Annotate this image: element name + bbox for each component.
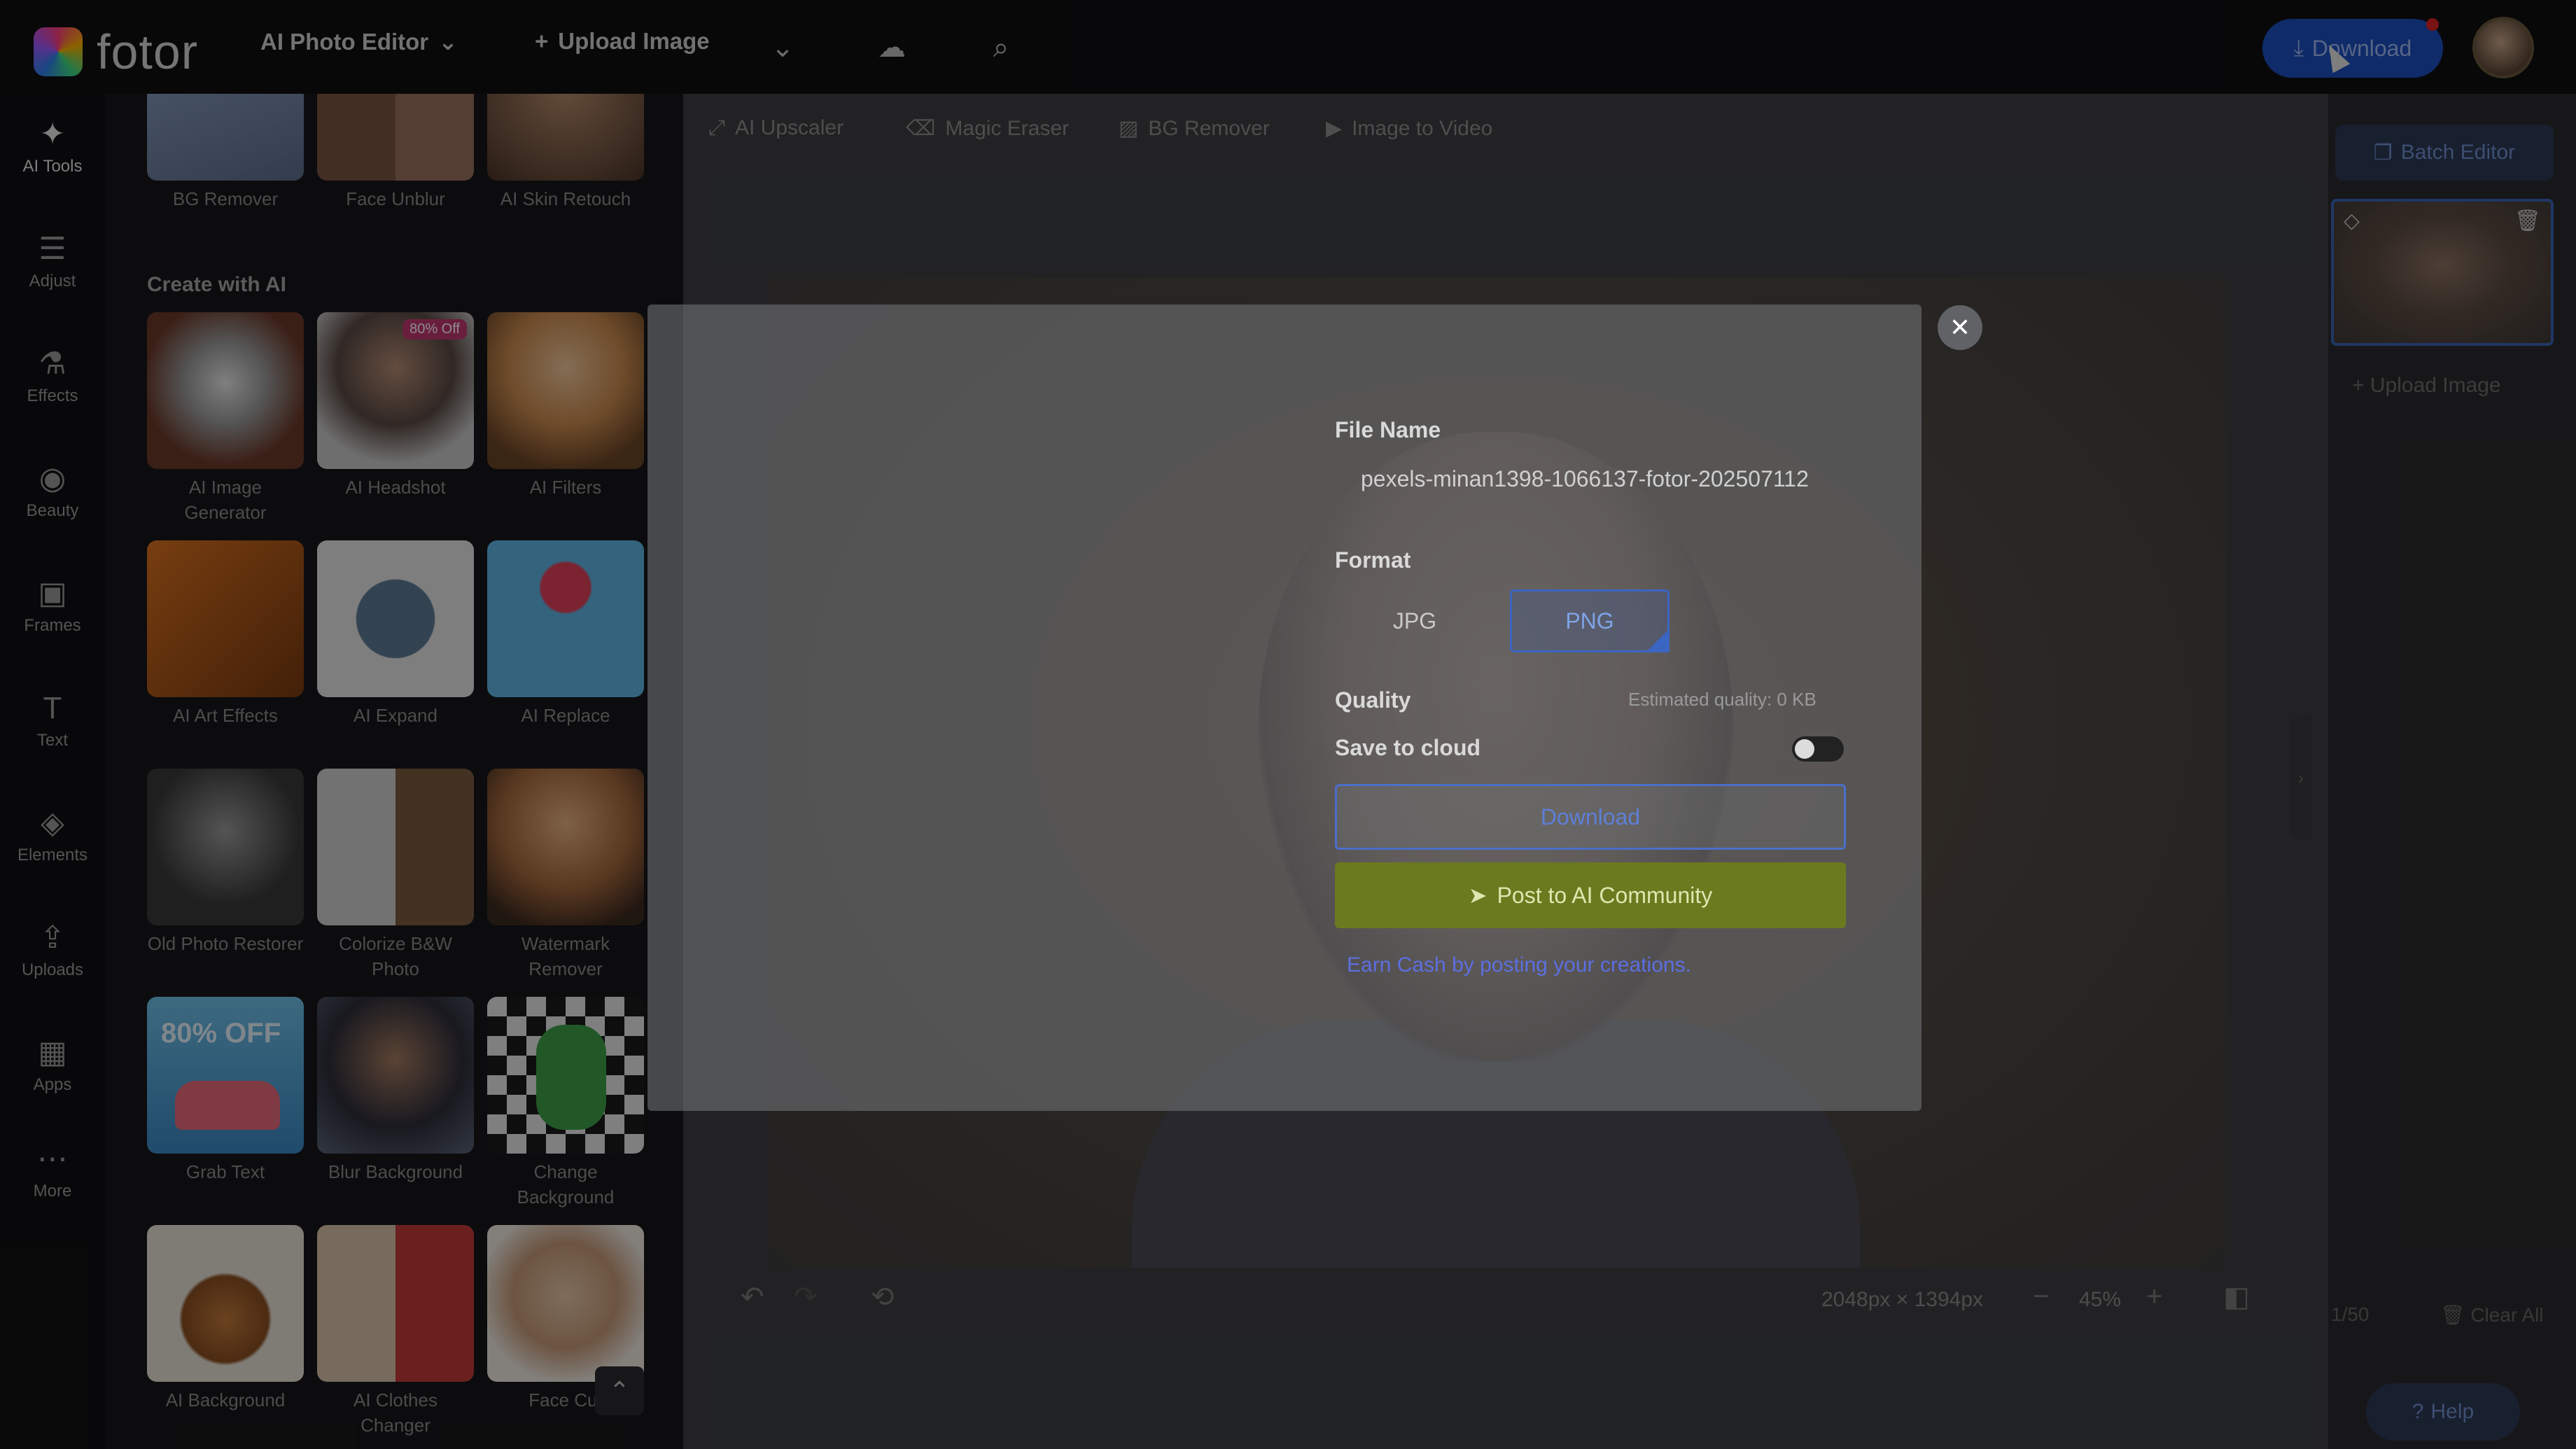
format-label: Format [1335, 547, 1411, 573]
download-button[interactable]: Download [1335, 784, 1846, 850]
format-jpg-option[interactable]: JPG [1335, 589, 1494, 652]
format-png-option[interactable]: PNG [1510, 589, 1670, 652]
format-png-label: PNG [1565, 608, 1614, 634]
quality-label: Quality [1335, 687, 1411, 713]
close-icon[interactable]: ✕ [1938, 305, 1982, 350]
file-name-label: File Name [1335, 417, 1441, 442]
earn-cash-link[interactable]: Earn Cash by posting your creations. [1347, 953, 1691, 977]
estimated-quality: Estimated quality: 0 KB [1628, 689, 1816, 710]
toggle-knob [1795, 739, 1814, 759]
save-to-cloud-toggle[interactable] [1792, 736, 1844, 762]
save-to-cloud-label: Save to cloud [1335, 735, 1481, 760]
send-icon: ➤ [1468, 883, 1488, 908]
file-name-input[interactable]: pexels-minan1398-1066137-fotor-202507112 [1361, 466, 1809, 492]
post-to-community-button[interactable]: ➤ Post to AI Community [1335, 862, 1846, 928]
post-label: Post to AI Community [1497, 882, 1713, 908]
check-icon [1646, 629, 1670, 652]
download-button-label: Download [1540, 804, 1641, 830]
